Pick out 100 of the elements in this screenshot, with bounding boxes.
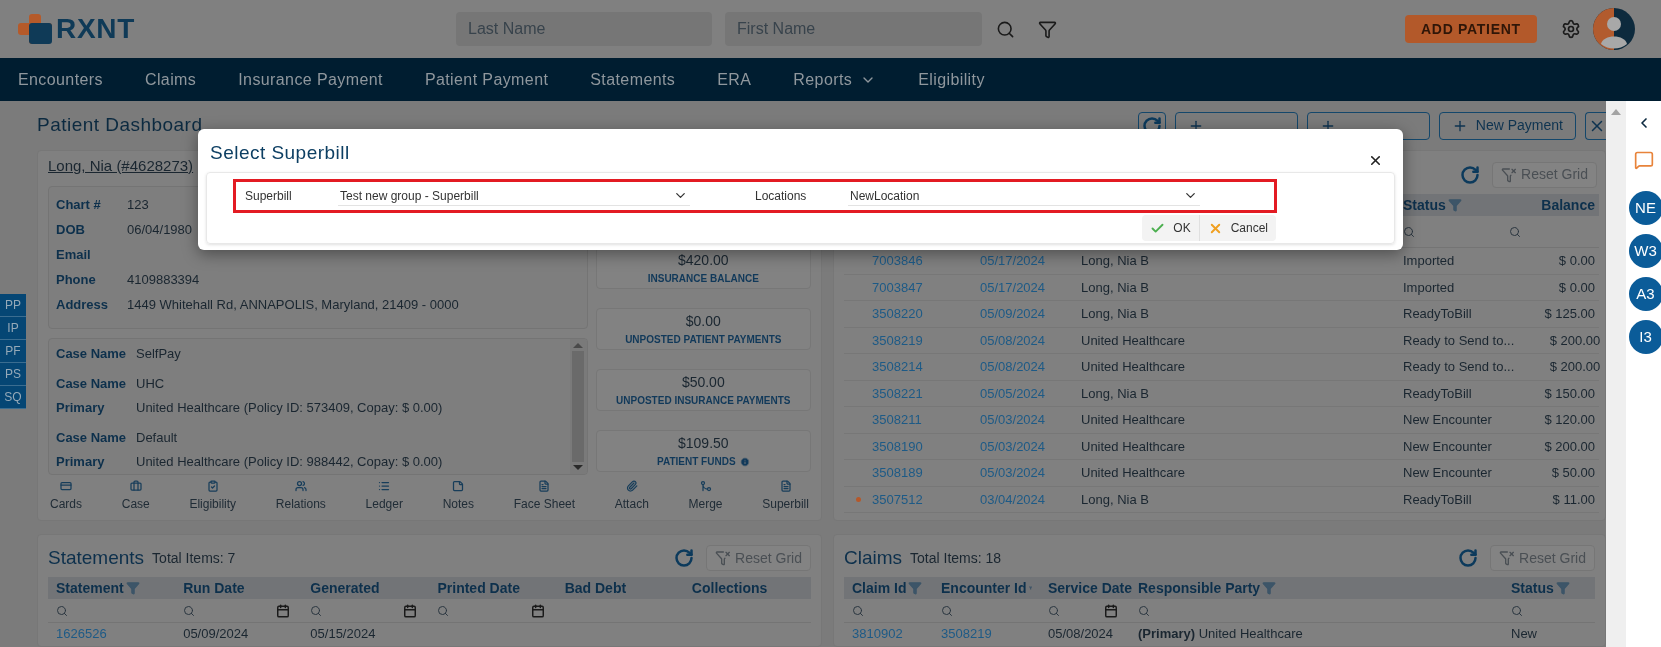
link[interactable]: 3810902 xyxy=(844,624,933,644)
column-header[interactable]: Status xyxy=(1403,194,1446,216)
user-badge[interactable]: A3 xyxy=(1628,277,1661,311)
column-header[interactable]: Generated xyxy=(310,577,380,599)
nav-item[interactable]: Claims xyxy=(144,67,197,92)
encounter-link[interactable]: 3508214 xyxy=(872,357,980,377)
nav-item[interactable]: ERA xyxy=(717,67,752,92)
last-name-field[interactable]: Last Name xyxy=(456,12,713,46)
user-badge[interactable]: I3 xyxy=(1628,320,1661,354)
encounter-link[interactable]: 3508190 xyxy=(872,436,980,456)
cancel-button[interactable]: Cancel xyxy=(1198,215,1276,241)
toolbar-action[interactable]: Face Sheet xyxy=(513,480,576,513)
encounter-link[interactable]: 3508189 xyxy=(872,463,980,483)
calendar-icon[interactable] xyxy=(1104,603,1118,618)
date-link[interactable]: 03/04/2024 xyxy=(980,489,1081,509)
page-scrollbar[interactable] xyxy=(1606,101,1626,647)
action-button[interactable]: New Payment xyxy=(1438,111,1576,140)
search-icon[interactable] xyxy=(1048,604,1060,617)
column-header[interactable]: Claim Id xyxy=(852,577,907,599)
encounter-link[interactable]: 7003847 xyxy=(872,277,980,297)
column-header[interactable]: Statement xyxy=(56,577,124,599)
date-link[interactable]: 05/03/2024 xyxy=(980,463,1081,483)
avatar-icon[interactable] xyxy=(1592,8,1635,50)
patient-name-link[interactable]: Long, Nia (#4628273) xyxy=(48,157,194,174)
date-link[interactable]: 05/05/2024 xyxy=(980,383,1081,403)
calendar-icon[interactable] xyxy=(276,603,291,618)
reset-grid-button[interactable]: Reset Grid xyxy=(1492,161,1597,188)
settings-icon[interactable] xyxy=(1560,19,1581,39)
toolbar-action[interactable]: Eligibility xyxy=(189,480,237,513)
search-icon[interactable] xyxy=(996,19,1016,39)
user-badge[interactable]: W3 xyxy=(1628,234,1661,268)
date-link[interactable]: 05/03/2024 xyxy=(980,410,1081,430)
column-header[interactable]: Collections xyxy=(691,577,768,599)
select-field[interactable]: Test new group - Superbill xyxy=(338,186,690,206)
column-header[interactable]: Printed Date xyxy=(437,577,520,599)
search-icon[interactable] xyxy=(852,604,864,617)
search-icon[interactable] xyxy=(1138,604,1150,617)
ok-button[interactable]: OK xyxy=(1142,215,1199,241)
encounter-link[interactable]: 3507512 xyxy=(872,489,980,509)
nav-item[interactable]: Insurance Payment xyxy=(238,67,383,92)
user-badge[interactable]: NE xyxy=(1628,191,1661,225)
column-header[interactable]: Status xyxy=(1511,577,1554,599)
column-header[interactable]: Run Date xyxy=(183,577,245,599)
reset-grid-button[interactable]: Reset Grid xyxy=(1490,545,1595,571)
toolbar-action[interactable]: Merge xyxy=(688,480,723,513)
filter-icon[interactable] xyxy=(1038,19,1058,39)
side-tab[interactable]: PS xyxy=(0,363,26,386)
toolbar-action[interactable]: Notes xyxy=(442,480,474,513)
field-value: UHC xyxy=(136,375,165,394)
reset-grid-button[interactable]: Reset Grid xyxy=(706,545,811,571)
column-header[interactable]: Service Date xyxy=(1048,577,1133,599)
date-link[interactable]: 05/08/2024 xyxy=(980,357,1081,377)
date-link[interactable]: 05/08/2024 xyxy=(980,330,1081,350)
nav-item[interactable]: Patient Payment xyxy=(424,67,549,92)
search-icon[interactable] xyxy=(310,604,323,617)
info-icon[interactable] xyxy=(739,456,750,467)
toolbar-action[interactable]: Case xyxy=(121,480,150,513)
search-icon[interactable] xyxy=(1511,604,1523,617)
nav-item[interactable]: Reports xyxy=(793,67,877,92)
toolbar-action[interactable]: Superbill xyxy=(762,480,809,513)
date-link[interactable]: 05/17/2024 xyxy=(980,277,1081,297)
date-link[interactable]: 05/17/2024 xyxy=(980,251,1081,271)
link[interactable]: 1626526 xyxy=(48,624,176,644)
add-patient-button[interactable]: ADD PATIENT xyxy=(1405,15,1537,43)
chat-icon[interactable] xyxy=(1633,150,1654,170)
close-icon[interactable] xyxy=(1368,153,1383,168)
calendar-icon[interactable] xyxy=(530,603,545,618)
link[interactable]: 3508219 xyxy=(933,624,1040,644)
search-icon[interactable] xyxy=(56,604,68,617)
side-tab[interactable]: SQ xyxy=(0,386,26,409)
encounter-link[interactable]: 3508211 xyxy=(872,410,980,430)
search-icon[interactable] xyxy=(941,604,953,617)
encounter-link[interactable]: 7003846 xyxy=(872,251,980,271)
column-header[interactable]: Responsible Party xyxy=(1138,577,1261,599)
encounter-link[interactable]: 3508219 xyxy=(872,330,980,350)
date-link[interactable]: 05/03/2024 xyxy=(980,436,1081,456)
encounter-link[interactable]: 3508220 xyxy=(872,304,980,324)
encounter-link[interactable]: 3508221 xyxy=(872,383,980,403)
first-name-field[interactable]: First Name xyxy=(725,12,983,46)
column-header[interactable]: Encounter Id xyxy=(941,577,1027,599)
calendar-icon[interactable] xyxy=(403,603,418,618)
nav-item[interactable]: Eligibility xyxy=(918,67,985,92)
nav-item[interactable]: Statements xyxy=(590,67,676,92)
scrollbar[interactable] xyxy=(569,339,587,474)
nav-item[interactable]: Encounters xyxy=(18,67,103,92)
search-icon[interactable] xyxy=(437,604,450,617)
side-tab[interactable]: IP xyxy=(0,317,26,340)
column-header[interactable]: Bad Debt xyxy=(564,577,627,599)
column-header[interactable]: Balance xyxy=(1541,194,1595,216)
date-link[interactable]: 05/09/2024 xyxy=(980,304,1081,324)
side-tab[interactable]: PP xyxy=(0,294,26,317)
toolbar-action[interactable]: Relations xyxy=(275,480,326,513)
toolbar-action[interactable]: Cards xyxy=(50,480,82,513)
side-tab[interactable]: PF xyxy=(0,340,26,363)
search-icon[interactable] xyxy=(1403,225,1415,238)
toolbar-action[interactable]: Attach xyxy=(614,480,649,513)
toolbar-action[interactable]: Ledger xyxy=(365,480,403,513)
search-icon[interactable] xyxy=(1509,225,1521,238)
search-icon[interactable] xyxy=(183,604,196,617)
select-field[interactable]: NewLocation xyxy=(848,186,1200,206)
